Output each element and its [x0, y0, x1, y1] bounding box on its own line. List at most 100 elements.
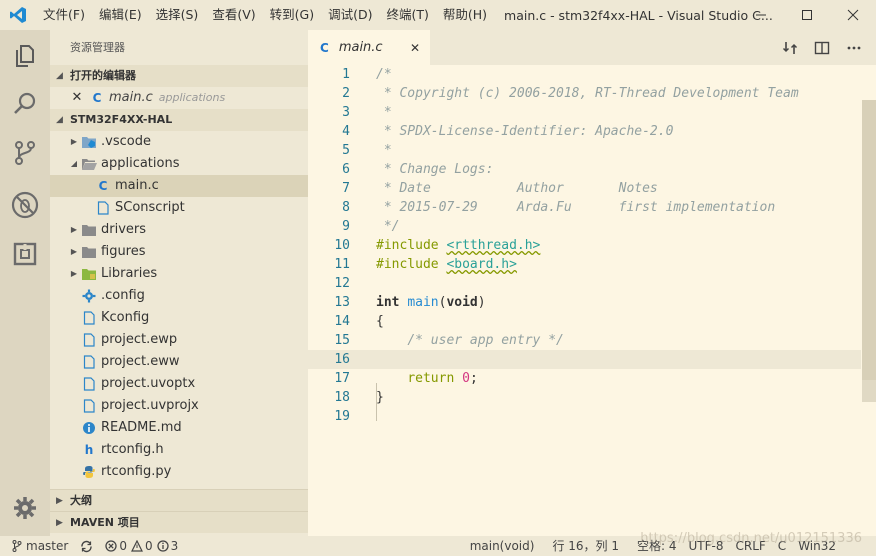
function-status[interactable]: main(void)	[464, 536, 547, 556]
open-changes-icon[interactable]	[774, 30, 806, 65]
scrollbar-thumb[interactable]	[862, 100, 876, 380]
tree-item-label: drivers	[101, 222, 147, 237]
line-number: 19	[334, 409, 350, 424]
tree-folder[interactable]: ▶ .vscode	[50, 131, 308, 153]
close-icon[interactable]: ✕	[410, 41, 420, 55]
line-number: 4	[342, 124, 350, 139]
menu-item[interactable]: 文件(F)	[36, 0, 92, 30]
code-token: *	[376, 143, 392, 158]
code-line: 15 /* user app entry */	[308, 331, 861, 350]
code-token: <board.h>	[446, 257, 517, 272]
c-file-icon: C	[320, 40, 329, 55]
sync-icon[interactable]	[74, 536, 99, 556]
info-count: 3	[170, 539, 179, 553]
minimize-button[interactable]	[738, 0, 784, 30]
code-line: 2 * Copyright (c) 2006-2018, RT-Thread D…	[308, 84, 861, 103]
explorer-icon[interactable]	[0, 32, 50, 80]
project-section[interactable]: ◢ STM32F4XX-HAL	[50, 109, 308, 131]
tree-file[interactable]: rtconfig.py	[50, 461, 308, 483]
close-window-button[interactable]	[830, 0, 876, 30]
code-line: 1 /*	[308, 65, 861, 84]
editor-area: C main.c ✕ 19 18} 17 return 0; 16 15 /* user…	[308, 30, 876, 536]
menu-item[interactable]: 调试(D)	[321, 0, 379, 30]
code-text: #include <board.h>	[376, 255, 517, 274]
tree-file[interactable]: project.uvoptx	[50, 373, 308, 395]
vertical-scrollbar[interactable]	[862, 100, 876, 402]
code-line: 5 *	[308, 141, 861, 160]
tree-folder[interactable]: ▶ drivers	[50, 219, 308, 241]
folder-icon	[80, 222, 98, 238]
window-title: main.c - stm32f4xx-HAL - Visual Studio C…	[504, 7, 773, 23]
file-icon	[80, 398, 98, 414]
code-token: *	[376, 105, 392, 120]
code-token: /*	[376, 67, 392, 82]
outline-section[interactable]: ▶ 大纲	[50, 489, 308, 511]
problems-status[interactable]: 0 0 3	[99, 536, 184, 556]
code-token: int	[376, 295, 400, 310]
tree-folder[interactable]: ◢ applications	[50, 153, 308, 175]
open-editor-item[interactable]: ✕ C main.c applications	[50, 87, 308, 109]
line-number: 17	[334, 371, 350, 386]
folder-icon	[80, 244, 98, 260]
code-text: int main(void)	[376, 293, 486, 312]
extensions-icon[interactable]	[0, 230, 50, 278]
menu-item[interactable]: 转到(G)	[263, 0, 321, 30]
title-bar: 文件(F) 编辑(E) 选择(S) 查看(V) 转到(G) 调试(D) 终端(T) 帮助(H)…	[0, 0, 876, 30]
settings-gear-icon[interactable]	[0, 484, 50, 532]
tree-file[interactable]: project.uvprojx	[50, 395, 308, 417]
line-number: 1	[342, 67, 350, 82]
open-editor-dir: applications	[158, 91, 226, 104]
tree-file[interactable]: Cmain.c	[50, 175, 308, 197]
tree-file[interactable]: h rtconfig.h	[50, 439, 308, 461]
tree-item-label: project.uvprojx	[101, 398, 199, 413]
source-control-icon[interactable]	[0, 129, 50, 177]
menu-item[interactable]: 查看(V)	[205, 0, 262, 30]
tree-file[interactable]: Kconfig	[50, 307, 308, 329]
maven-section[interactable]: ▶ MAVEN 项目	[50, 511, 308, 533]
code-text: #include <rtthread.h>	[376, 236, 540, 255]
tree-item-label: main.c	[115, 178, 159, 193]
chevron-right-icon: ▶	[56, 517, 63, 528]
branch-status[interactable]: master	[0, 536, 74, 556]
menu-item[interactable]: 帮助(H)	[436, 0, 494, 30]
menu-item[interactable]: 选择(S)	[149, 0, 206, 30]
line-number: 2	[342, 86, 350, 101]
tab-bar: C main.c ✕	[308, 30, 876, 65]
line-number: 9	[342, 219, 350, 234]
menu-item[interactable]: 终端(T)	[379, 0, 435, 30]
tree-file[interactable]: .config	[50, 285, 308, 307]
code-line: 14 {	[308, 312, 861, 331]
code-line: 13 int main(void)	[308, 293, 861, 312]
code-editor[interactable]: 19 18} 17 return 0; 16 15 /* user app entry …	[308, 65, 876, 536]
menu-item[interactable]: 编辑(E)	[92, 0, 149, 30]
line-number: 12	[334, 276, 350, 291]
tree-file[interactable]: SConscript	[50, 197, 308, 219]
tree-item-label: project.ewp	[101, 332, 178, 347]
tree-file[interactable]: README.md	[50, 417, 308, 439]
search-icon[interactable]	[0, 80, 50, 128]
line-number: 14	[334, 314, 350, 329]
warning-count: 0	[144, 539, 153, 553]
more-actions-icon[interactable]	[838, 30, 870, 65]
branch-name: master	[26, 539, 69, 553]
vscode-folder-icon	[80, 134, 98, 150]
code-line: 9 */	[308, 217, 861, 236]
maximize-button[interactable]	[784, 0, 830, 30]
split-editor-icon[interactable]	[806, 30, 838, 65]
tree-file[interactable]: project.ewp	[50, 329, 308, 351]
tab-main-c[interactable]: C main.c ✕	[308, 30, 430, 65]
open-editors-section[interactable]: ◢ 打开的编辑器	[50, 65, 308, 87]
cursor-position[interactable]: 行 16，列 1	[546, 536, 631, 556]
code-line: 10 #include <rtthread.h>	[308, 236, 861, 255]
tree-file[interactable]: project.eww	[50, 351, 308, 373]
line-number: 5	[342, 143, 350, 158]
code-line: 7 * Date Author Notes	[308, 179, 861, 198]
line-number: 13	[334, 295, 350, 310]
tree-folder[interactable]: ▶ figures	[50, 241, 308, 263]
open-editor-name: main.c	[109, 90, 153, 105]
tree-folder[interactable]: ▶ Libraries	[50, 263, 308, 285]
project-title: STM32F4XX-HAL	[70, 113, 173, 126]
debug-icon[interactable]	[0, 181, 50, 229]
close-icon[interactable]: ✕	[70, 87, 84, 109]
